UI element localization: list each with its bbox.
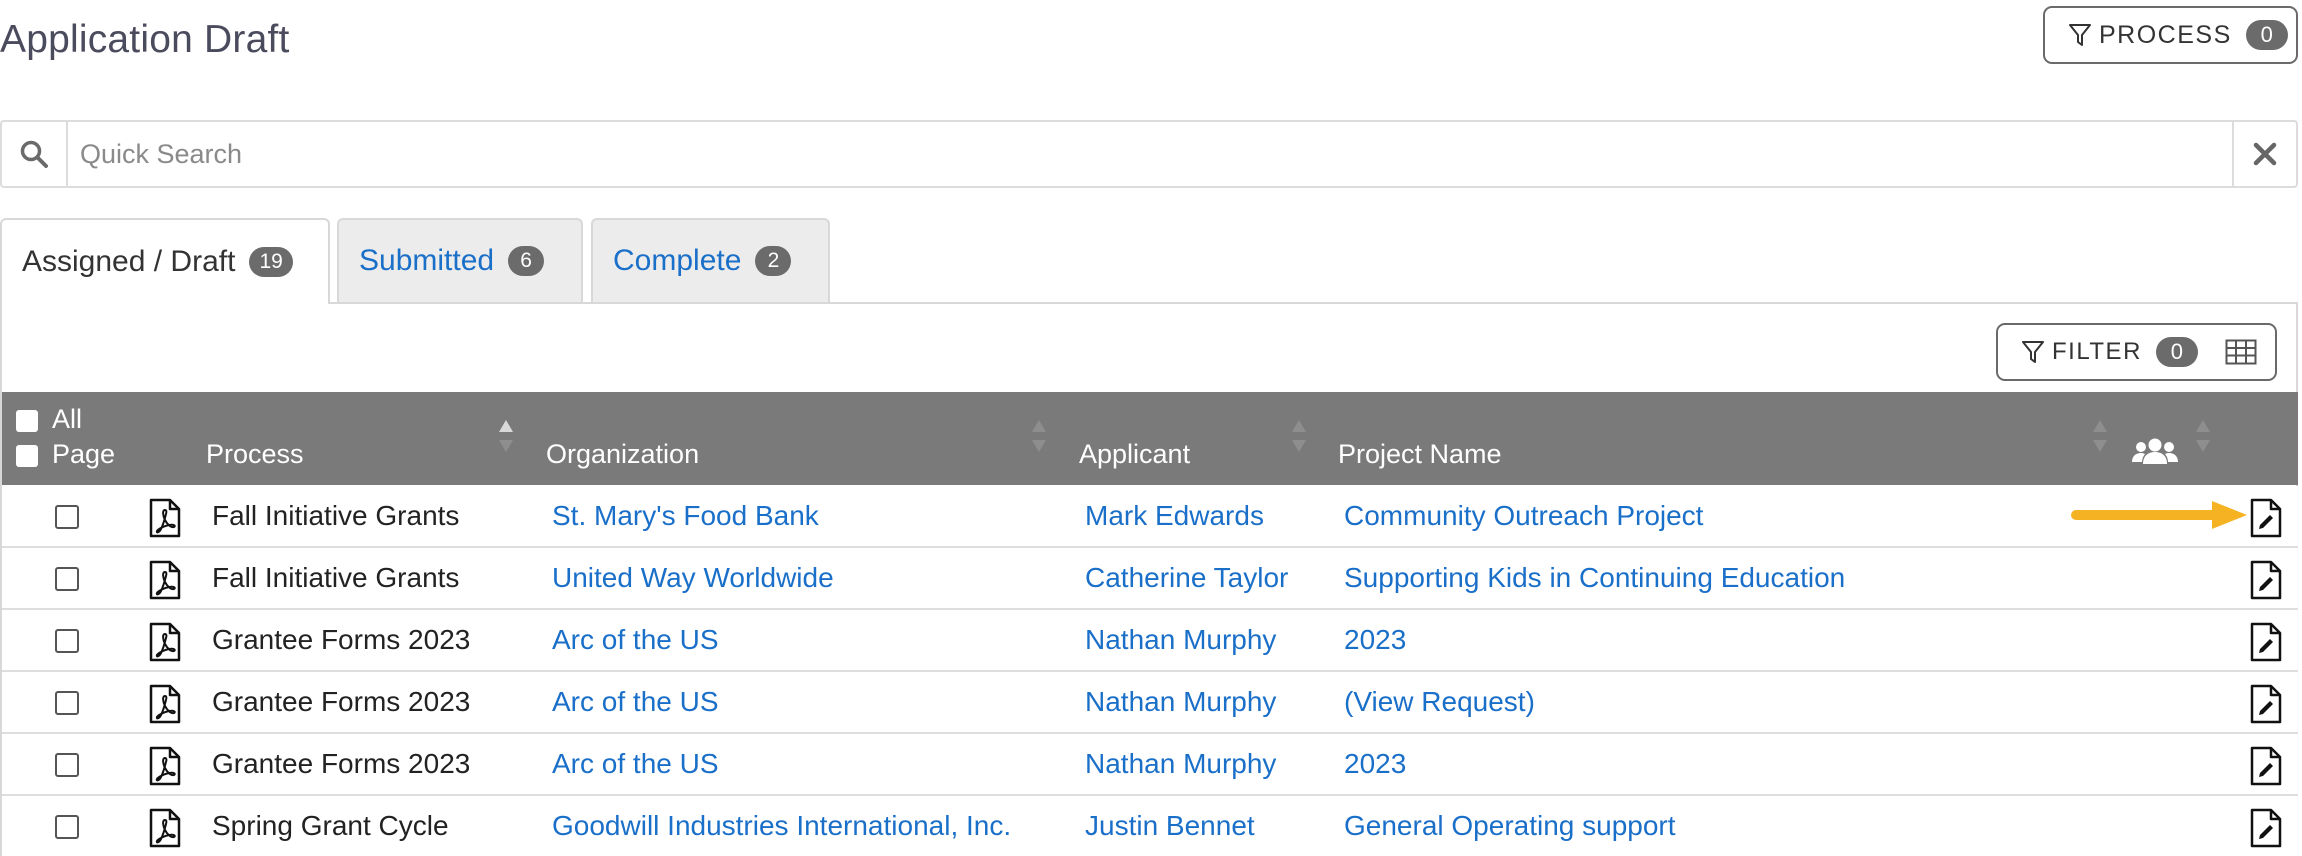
pdf-icon[interactable] [149, 684, 181, 729]
tab-count-badge: 6 [508, 246, 545, 276]
table-row: Grantee Forms 2023 Arc of the US Nathan Mu… [2, 734, 2298, 796]
select-page-checkbox[interactable] [16, 445, 38, 467]
funnel-icon [2022, 341, 2044, 363]
process-filter-button[interactable]: PROCESS 0 [2043, 6, 2298, 64]
process-cell: Fall Initiative Grants [212, 562, 460, 593]
applicant-link[interactable]: Nathan Murphy [1085, 734, 1276, 794]
funnel-icon [2069, 24, 2091, 46]
process-count-badge: 0 [2245, 20, 2288, 50]
applicant-link[interactable]: Nathan Murphy [1085, 610, 1276, 670]
process-cell: Grantee Forms 2023 [212, 624, 471, 655]
sort-icon[interactable] [1290, 418, 1308, 454]
tab-label: Submitted [359, 244, 495, 277]
select-page-label: Page [52, 439, 116, 469]
filter-button[interactable]: FILTER 0 [1996, 323, 2277, 381]
filter-button-label: FILTER [2052, 338, 2142, 365]
process-cell: Grantee Forms 2023 [212, 748, 471, 779]
edit-document-icon[interactable] [2250, 808, 2282, 853]
process-cell: Grantee Forms 2023 [212, 686, 471, 717]
process-button-label: PROCESS [2099, 20, 2232, 49]
tab-complete[interactable]: Complete 2 [591, 218, 830, 302]
table-row: Grantee Forms 2023 Arc of the US Nathan Mu… [2, 672, 2298, 734]
applicant-link[interactable]: Justin Bennet [1085, 796, 1255, 856]
close-icon [2253, 142, 2277, 166]
sort-icon[interactable] [2091, 418, 2109, 454]
organization-link[interactable]: Arc of the US [552, 610, 719, 670]
select-all-label: All [52, 404, 83, 434]
table-row: Fall Initiative Grants St. Mary's Food Ba… [2, 486, 2298, 548]
tab-submitted[interactable]: Submitted 6 [337, 218, 583, 302]
pdf-icon[interactable] [149, 622, 181, 667]
organization-link[interactable]: Goodwill Industries International, Inc. [552, 796, 1011, 856]
search-icon [2, 122, 68, 186]
sort-icon[interactable] [1030, 418, 1048, 454]
sort-icon[interactable] [2194, 418, 2212, 454]
project-name-link[interactable]: (View Request) [1344, 672, 1535, 732]
pdf-icon[interactable] [149, 808, 181, 853]
filter-count-badge: 0 [2155, 337, 2198, 367]
edit-document-icon[interactable] [2250, 560, 2282, 605]
project-name-link[interactable]: General Operating support [1344, 796, 1676, 856]
edit-document-icon[interactable] [2250, 498, 2282, 543]
pdf-icon[interactable] [149, 746, 181, 791]
edit-document-icon[interactable] [2250, 622, 2282, 667]
row-checkbox[interactable] [55, 815, 79, 839]
select-all-checkbox[interactable] [16, 410, 38, 432]
table-header: All Page Process Organization Applicant … [2, 392, 2298, 485]
table-row: Fall Initiative Grants United Way Worldwi… [2, 548, 2298, 610]
row-checkbox[interactable] [55, 505, 79, 529]
table-row: Grantee Forms 2023 Arc of the US Nathan Mu… [2, 610, 2298, 672]
applicant-link[interactable]: Catherine Taylor [1085, 548, 1288, 608]
edit-document-icon[interactable] [2250, 746, 2282, 791]
applicant-link[interactable]: Nathan Murphy [1085, 672, 1276, 732]
organization-link[interactable]: Arc of the US [552, 734, 719, 794]
tab-assigned-draft[interactable]: Assigned / Draft 19 [0, 218, 330, 304]
tab-label: Complete [613, 244, 742, 277]
pdf-icon[interactable] [149, 560, 181, 605]
edit-document-icon[interactable] [2250, 684, 2282, 729]
table-row: Spring Grant Cycle Goodwill Industries In… [2, 796, 2298, 856]
project-name-link[interactable]: 2023 [1344, 734, 1406, 794]
tab-count-badge: 19 [249, 247, 293, 277]
column-header-project-name[interactable]: Project Name [1338, 439, 1502, 470]
users-icon [2132, 438, 2178, 464]
search-input[interactable] [68, 122, 2232, 186]
annotation-arrow [2071, 501, 2247, 529]
organization-link[interactable]: St. Mary's Food Bank [552, 486, 819, 546]
organization-link[interactable]: United Way Worldwide [552, 548, 834, 608]
quick-search-bar [0, 120, 2298, 188]
column-header-applicant[interactable]: Applicant [1079, 439, 1190, 470]
tab-label: Assigned / Draft [22, 245, 236, 278]
sort-ascending-icon[interactable] [497, 418, 515, 454]
project-name-link[interactable]: Community Outreach Project [1344, 486, 1703, 546]
row-checkbox[interactable] [55, 691, 79, 715]
organization-link[interactable]: Arc of the US [552, 672, 719, 732]
page-title: Application Draft [0, 18, 290, 61]
project-name-link[interactable]: 2023 [1344, 610, 1406, 670]
applicant-link[interactable]: Mark Edwards [1085, 486, 1264, 546]
tab-count-badge: 2 [755, 246, 792, 276]
pdf-icon[interactable] [149, 498, 181, 543]
row-checkbox[interactable] [55, 629, 79, 653]
clear-search-button[interactable] [2232, 122, 2296, 186]
column-header-organization[interactable]: Organization [546, 439, 699, 470]
row-checkbox[interactable] [55, 753, 79, 777]
column-header-process[interactable]: Process [206, 439, 304, 470]
process-cell: Fall Initiative Grants [212, 500, 460, 531]
process-cell: Spring Grant Cycle [212, 810, 449, 841]
table-grid-icon[interactable] [2225, 339, 2257, 365]
row-checkbox[interactable] [55, 567, 79, 591]
project-name-link[interactable]: Supporting Kids in Continuing Education [1344, 548, 1845, 608]
